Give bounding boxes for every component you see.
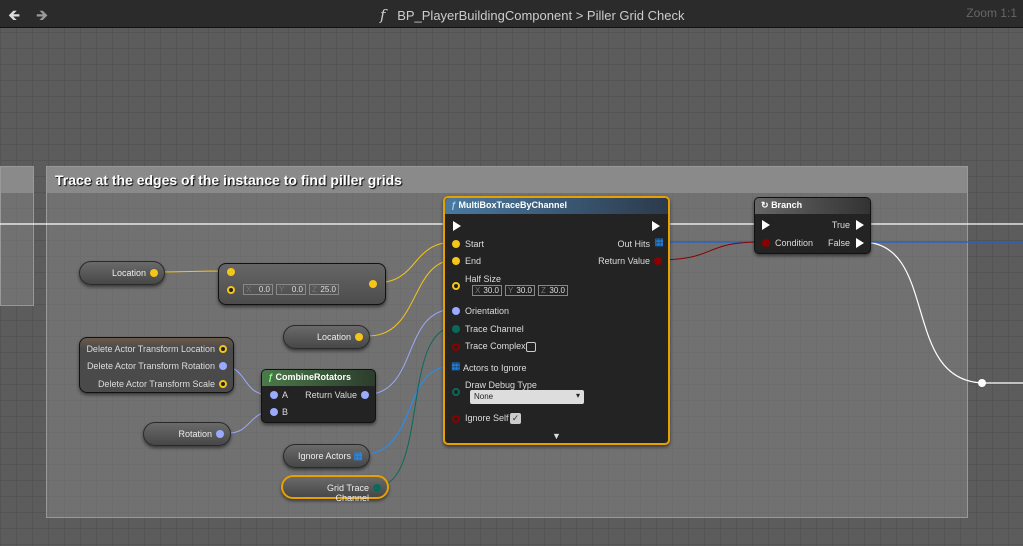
- b-pin[interactable]: [270, 408, 278, 416]
- trace-complex-pin[interactable]: [452, 343, 460, 351]
- vector-output-pin[interactable]: [369, 280, 377, 288]
- y-field[interactable]: Y 0.0: [276, 284, 306, 295]
- ignore-actors-getter[interactable]: Ignore Actors ▦: [283, 444, 370, 468]
- hy-field[interactable]: Y 30.0: [505, 285, 535, 296]
- vector-pin-a[interactable]: [227, 268, 235, 276]
- return-pin[interactable]: [361, 391, 369, 399]
- array-icon: ▦: [451, 361, 461, 372]
- orientation-wire: [363, 308, 456, 396]
- break-transform-node[interactable]: Delete Actor Transform Location Delete A…: [79, 337, 234, 393]
- exec-out-pin[interactable]: [652, 221, 660, 231]
- location-pin[interactable]: [219, 345, 227, 353]
- trace-complex-checkbox[interactable]: [526, 342, 536, 352]
- reroute-node: [978, 379, 986, 387]
- chevron-down-icon: ▾: [575, 391, 580, 400]
- location-getter-2[interactable]: Location: [283, 325, 370, 349]
- scale-pin[interactable]: [219, 380, 227, 388]
- orientation-pin[interactable]: [452, 307, 460, 315]
- expand-arrow-icon[interactable]: ▼: [552, 431, 561, 441]
- vector-pin[interactable]: [150, 269, 158, 277]
- channel-pin[interactable]: [373, 484, 381, 492]
- trace-channel-pin[interactable]: [452, 325, 460, 333]
- location-wire: [153, 270, 229, 273]
- multi-box-trace-node[interactable]: ƒ MultiBoxTraceByChannel Start End Out H…: [443, 196, 670, 445]
- return-value-pin[interactable]: [654, 257, 662, 265]
- array-icon: ▦: [654, 237, 664, 248]
- start-pin[interactable]: [452, 240, 460, 248]
- location-getter-1[interactable]: Location: [79, 261, 165, 285]
- x-field[interactable]: X 0.0: [243, 284, 273, 295]
- hx-field[interactable]: X 30.0: [472, 285, 502, 296]
- combine-rotators-node[interactable]: ƒ CombineRotators A B Return Value: [261, 369, 376, 423]
- rotation-pin[interactable]: [219, 362, 227, 370]
- function-icon: ƒ: [451, 200, 457, 210]
- half-size-pin[interactable]: [452, 282, 460, 290]
- grid-trace-channel-getter[interactable]: Grid Trace Channel: [281, 475, 389, 503]
- branch-node[interactable]: ↻ Branch Condition True False: [754, 197, 871, 254]
- vector-pin-b[interactable]: [227, 286, 235, 294]
- draw-debug-dropdown[interactable]: None ▾: [470, 390, 584, 404]
- exec-in-pin[interactable]: [453, 221, 461, 231]
- a-pin[interactable]: [270, 391, 278, 399]
- array-icon: ▦: [353, 451, 363, 462]
- rotator-pin[interactable]: [216, 430, 224, 438]
- exec-wire-false: [861, 241, 1023, 384]
- rotation-getter[interactable]: Rotation: [143, 422, 231, 446]
- ignore-self-checkbox[interactable]: ✓: [510, 413, 521, 424]
- return-value-wire: [654, 241, 763, 261]
- branch-icon: ↻: [761, 200, 769, 210]
- vector-pin[interactable]: [355, 333, 363, 341]
- function-icon: ƒ: [268, 372, 274, 382]
- ignore-self-pin[interactable]: [452, 415, 460, 423]
- end-pin[interactable]: [452, 257, 460, 265]
- true-pin[interactable]: [856, 220, 864, 230]
- add-vector-node[interactable]: X 0.0 Y 0.0 Z 25.0: [218, 263, 386, 305]
- exec-in-pin[interactable]: [762, 220, 770, 230]
- condition-pin[interactable]: [762, 239, 770, 247]
- false-pin[interactable]: [856, 238, 864, 248]
- z-field[interactable]: Z 25.0: [309, 284, 339, 295]
- hz-field[interactable]: Z 30.0: [538, 285, 568, 296]
- draw-debug-pin[interactable]: [452, 388, 460, 396]
